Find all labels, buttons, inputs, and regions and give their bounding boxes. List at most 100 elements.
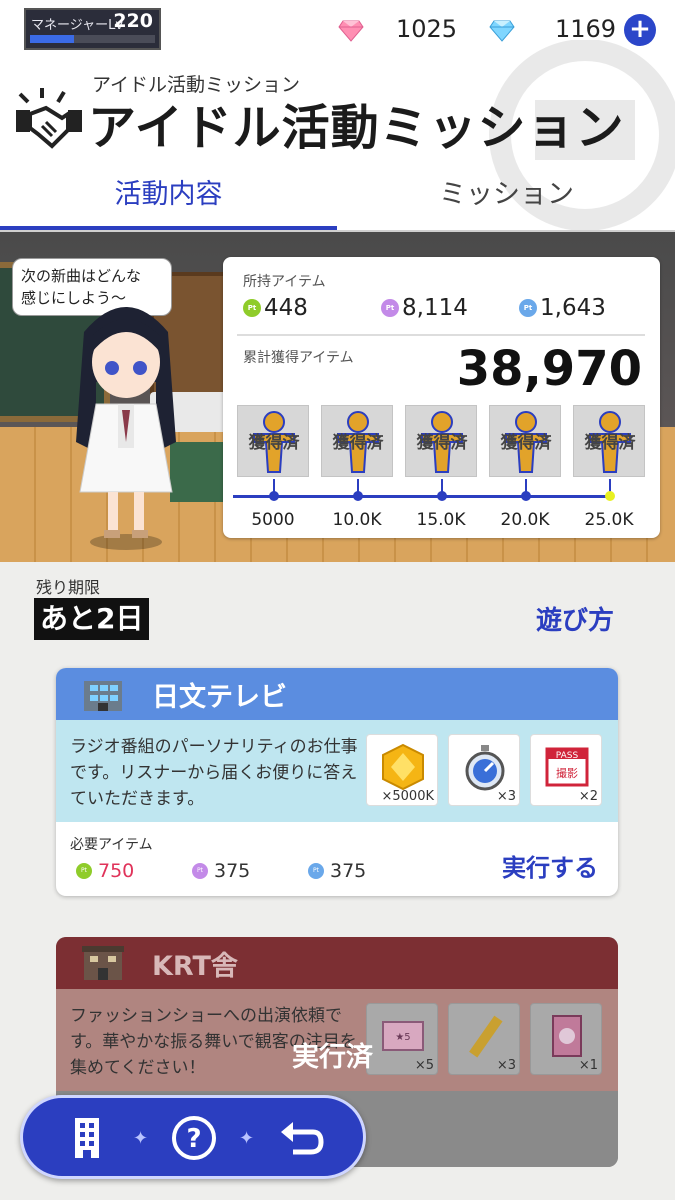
pt-purple-icon: Pt (381, 299, 399, 317)
required-items-label: 必要アイテム (70, 837, 153, 853)
reward-acquired-label: 獲得済 (500, 433, 552, 453)
svg-text:?: ? (186, 1124, 201, 1154)
milestone-label: 5000 (251, 510, 295, 530)
manager-level-label: マネージャーLv (31, 18, 124, 33)
required-purple-value: 375 (214, 860, 251, 882)
svg-text:★5: ★5 (395, 1032, 410, 1043)
manager-exp-bar (30, 35, 155, 43)
tab-mission[interactable]: ミッション (338, 172, 675, 230)
reward-qty: ×2 (578, 789, 598, 804)
milestone-progress-line (233, 495, 613, 498)
mission-card-header: KRT舎 (56, 937, 618, 989)
nav-separator: ✦ (239, 1128, 255, 1149)
completed-label: 実行済 (292, 1042, 373, 1073)
total-items-label: 累計獲得アイテム (243, 350, 354, 366)
milestone-reward-box[interactable]: 獲得済 (321, 405, 393, 477)
deadline-value: あと2日 (34, 598, 150, 640)
mission-name: 日文テレビ (152, 681, 287, 713)
idol-character[interactable] (56, 292, 196, 552)
pink-gem-count: 1025 (396, 15, 458, 43)
panel-divider (237, 334, 645, 336)
reward-acquired-label: 獲得済 (584, 433, 636, 453)
blue-gem-icon (489, 20, 515, 42)
reward-qty: ×5000K (381, 789, 434, 804)
blue-gem-count: 1169 (555, 15, 617, 43)
owned-purple-value: 8,114 (402, 295, 468, 321)
reward-qty: ×5 (414, 1058, 434, 1073)
ticket-icon: ★5 (382, 1021, 424, 1051)
building-icon (82, 946, 124, 980)
milestone-reward-box[interactable]: 獲得済 (237, 405, 309, 477)
milestone-dot (353, 491, 363, 501)
required-pt-blue: Pt 375 (308, 860, 366, 882)
owned-blue-value: 1,643 (540, 295, 606, 321)
pt-blue-icon: Pt (308, 863, 324, 879)
required-pt-green: Pt 750 (76, 860, 134, 882)
photo-label: 撮影 (556, 766, 578, 780)
required-pt-purple: Pt 375 (192, 860, 250, 882)
required-green-value: 750 (98, 860, 135, 882)
milestone-dot (605, 491, 615, 501)
reward-tile[interactable]: PASS 撮影 ×2 (530, 734, 602, 806)
stopwatch-icon (465, 745, 505, 791)
sparkle-card-icon (552, 1015, 582, 1057)
mission-description: ラジオ番組のパーソナリティのお仕事です。リスナーから届くお便りに答えていただきま… (70, 737, 358, 809)
owned-pt-blue: Pt 1,643 (519, 295, 606, 321)
mission-name: KRT舎 (152, 950, 238, 982)
execute-button[interactable]: 実行する (502, 848, 598, 883)
back-arrow-icon[interactable] (277, 1114, 325, 1162)
mission-card: 日文テレビ ラジオ番組のパーソナリティのお仕事です。リスナーから届くお便りに答え… (56, 668, 618, 896)
pass-label: PASS (556, 751, 579, 761)
pass-ticket-icon: PASS 撮影 (545, 747, 589, 787)
help-icon[interactable]: ? (170, 1114, 218, 1162)
manager-level-value: 220 (113, 10, 153, 32)
owned-pt-purple: Pt 8,114 (381, 295, 468, 321)
reward-qty: ×3 (496, 1058, 516, 1073)
reward-qty: ×3 (496, 789, 516, 804)
nav-separator: ✦ (133, 1128, 149, 1149)
reward-tile: ★5 ×5 (366, 1003, 438, 1075)
building-nav-icon[interactable] (63, 1114, 111, 1162)
page-title: アイドル活動ミッション (88, 100, 625, 156)
reward-tile: ×1 (530, 1003, 602, 1075)
handshake-icon (16, 88, 82, 149)
milestone-reward-box[interactable]: 獲得済 (489, 405, 561, 477)
pt-purple-icon: Pt (192, 863, 208, 879)
milestone-label: 25.0K (584, 510, 634, 530)
reward-acquired-label: 獲得済 (332, 433, 384, 453)
tab-activity[interactable]: 活動内容 (0, 172, 337, 230)
activity-scene: 次の新曲はどんな 感じにしよう～ 所持アイテム Pt 448 Pt 8,114 … (0, 232, 675, 562)
owned-green-value: 448 (264, 295, 308, 321)
pt-blue-icon: Pt (519, 299, 537, 317)
milestone-label: 20.0K (500, 510, 550, 530)
required-blue-value: 375 (330, 860, 367, 882)
pt-green-icon: Pt (243, 299, 261, 317)
owned-items-label: 所持アイテム (243, 274, 326, 290)
total-items-value: 38,970 (456, 341, 642, 397)
reward-tile[interactable]: ×3 (448, 734, 520, 806)
reward-qty: ×1 (578, 1058, 598, 1073)
floating-nav-bar: ✦ ? ✦ (20, 1095, 366, 1179)
how-to-play-link[interactable]: 遊び方 (536, 600, 614, 637)
pt-green-icon: Pt (76, 863, 92, 879)
owned-pt-green: Pt 448 (243, 295, 308, 321)
reward-acquired-label: 獲得済 (248, 433, 300, 453)
manager-level-badge[interactable]: マネージャーLv 220 (24, 8, 161, 50)
milestone-dot (269, 491, 279, 501)
reward-acquired-label: 獲得済 (416, 433, 468, 453)
mission-card-header: 日文テレビ (56, 668, 618, 720)
items-panel: 所持アイテム Pt 448 Pt 8,114 Pt 1,643 累計獲得アイテム… (223, 257, 660, 538)
gem-box-icon (382, 743, 424, 791)
milestone-reward-box[interactable]: 獲得済 (573, 405, 645, 477)
pink-gem-icon (338, 20, 364, 42)
milestone-reward-box[interactable]: 獲得済 (405, 405, 477, 477)
reward-tile: ×3 (448, 1003, 520, 1075)
milestone-label: 15.0K (416, 510, 466, 530)
mission-card-body: ラジオ番組のパーソナリティのお仕事です。リスナーから届くお便りに答えていただきま… (56, 720, 618, 822)
milestone-label: 10.0K (332, 510, 382, 530)
milestone-dot (437, 491, 447, 501)
milestone-dot (521, 491, 531, 501)
stick-icon (469, 1015, 503, 1058)
reward-tile[interactable]: ×5000K (366, 734, 438, 806)
building-icon (84, 681, 122, 711)
